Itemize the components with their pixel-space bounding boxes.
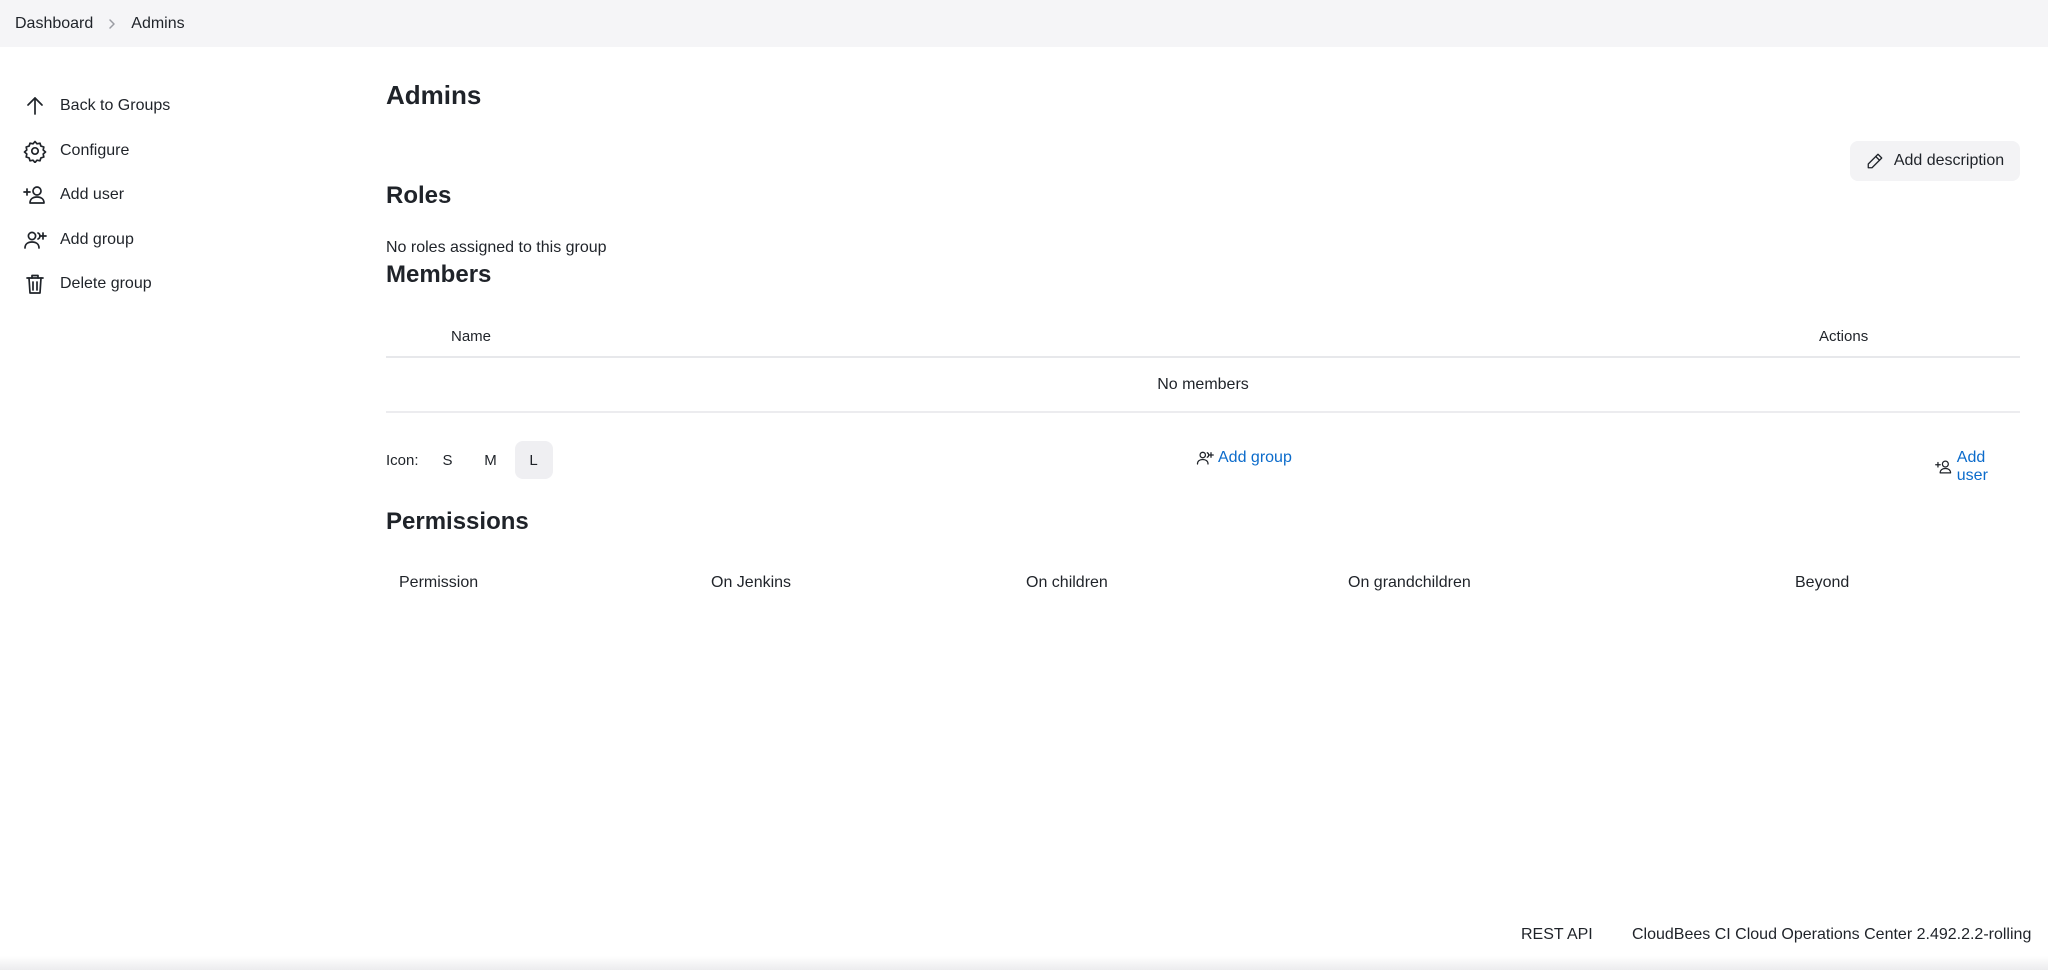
add-group-icon (22, 227, 48, 253)
add-user-icon (1935, 460, 1952, 474)
arrow-up-icon (22, 93, 48, 119)
column-header-on-jenkins: On Jenkins (711, 574, 792, 591)
roles-empty-text: No roles assigned to this group (386, 239, 607, 256)
trash-icon (22, 271, 48, 297)
roles-heading: Roles (386, 182, 452, 209)
rest-api-link[interactable]: REST API (1521, 926, 1593, 944)
icon-size-l[interactable]: L (514, 441, 553, 479)
chevron-right-icon (107, 18, 117, 30)
members-empty-row: No members (386, 358, 2020, 413)
icon-size-label: Icon: (386, 451, 419, 469)
column-header-permission: Permission (399, 574, 479, 591)
add-group-icon (1196, 451, 1214, 465)
sidebar-item-back-to-groups[interactable]: Back to Groups (22, 84, 322, 129)
column-header-on-children: On children (1026, 574, 1108, 591)
gear-icon (22, 138, 48, 164)
sidebar-item-label: Back to Groups (60, 97, 171, 115)
icon-size-s[interactable]: S (429, 441, 467, 479)
column-header-beyond: Beyond (1795, 574, 1850, 591)
sidebar-item-add-user[interactable]: Add user (22, 173, 322, 218)
bottom-shade (0, 956, 2048, 970)
permissions-table-header: Permission On Jenkins On children On gra… (386, 574, 2020, 596)
footer: REST API CloudBees CI Cloud Operations C… (0, 926, 2048, 948)
version-link[interactable]: CloudBees CI Cloud Operations Center 2.4… (1632, 926, 2031, 944)
pencil-icon (1867, 153, 1883, 169)
add-user-link-label: Add user (1956, 449, 1988, 484)
breadcrumb-dashboard[interactable]: Dashboard (15, 15, 93, 33)
column-header-on-grandchildren: On grandchildren (1348, 574, 1471, 591)
add-group-link[interactable]: Add group (1196, 449, 1292, 467)
column-header-name[interactable]: Name (451, 328, 491, 345)
add-description-label: Add description (1893, 152, 2005, 169)
sidebar-item-add-group[interactable]: Add group (22, 218, 322, 263)
add-user-link[interactable]: Add user (1935, 449, 2020, 485)
breadcrumb: Dashboard Admins (0, 0, 2048, 47)
icon-size-selector: Icon: S M L (386, 441, 558, 479)
sidebar-item-delete-group[interactable]: Delete group (22, 262, 322, 307)
sidebar-item-label: Add user (60, 186, 125, 204)
column-header-actions: Actions (1819, 328, 1869, 345)
add-user-icon (22, 182, 48, 208)
permissions-heading: Permissions (386, 508, 529, 535)
members-heading: Members (386, 261, 492, 288)
sidebar-item-label: Configure (60, 141, 130, 159)
add-description-button[interactable]: Add description (1850, 141, 2020, 181)
breadcrumb-admins[interactable]: Admins (131, 15, 184, 33)
members-table-header: Name Actions (386, 322, 2020, 358)
sidebar-item-configure[interactable]: Configure (22, 129, 322, 174)
add-group-link-label: Add group (1218, 449, 1292, 466)
icon-size-m[interactable]: M (472, 441, 510, 479)
sidebar-item-label: Delete group (60, 275, 152, 293)
sidebar: Back to Groups Configure Add user Add gr… (22, 84, 322, 307)
sidebar-item-label: Add group (60, 230, 134, 248)
page-title: Admins (386, 80, 482, 110)
